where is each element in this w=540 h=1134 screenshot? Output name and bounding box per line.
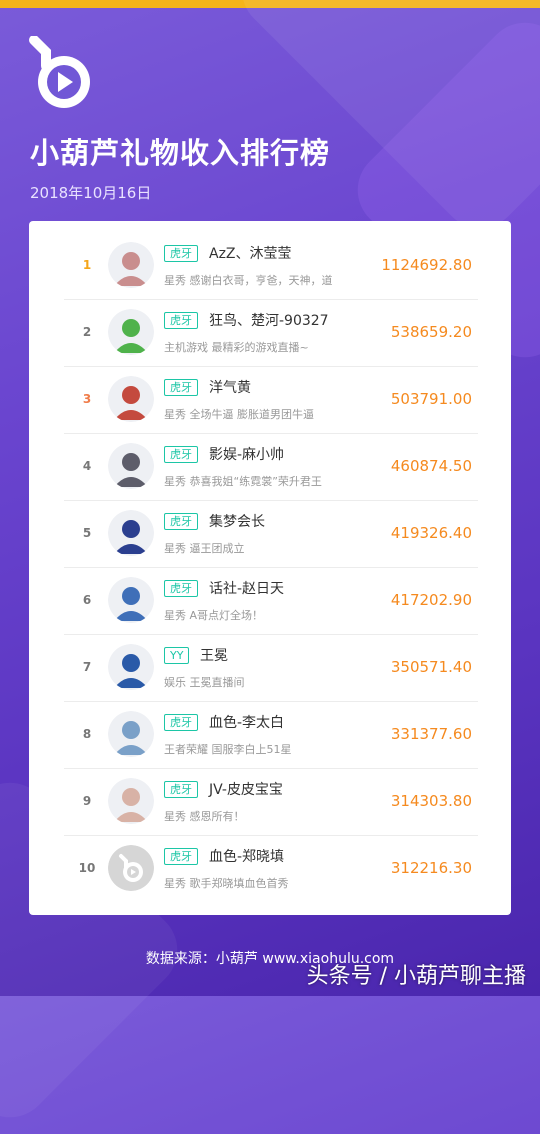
rank-number: 5	[82, 526, 92, 540]
stream-description: 星秀 A哥点灯全场！	[164, 609, 264, 622]
streamer-name[interactable]: 血色-李太白	[209, 712, 284, 732]
rank-number: 8	[82, 727, 92, 741]
ranking-row[interactable]: 9 虎牙 JV-皮皮宝宝星秀 感恩所有！ 314303.80	[64, 768, 478, 836]
ranking-row[interactable]: 10 虎牙 血色-郑晓填星秀 歌手郑晓填血色首秀 312216.30	[64, 835, 478, 902]
streamer-name[interactable]: 话社-赵日天	[209, 578, 284, 598]
watermark: 头条号 / 小葫芦聊主播	[306, 964, 526, 989]
rank-number: 10	[78, 861, 96, 875]
platform-tag: 虎牙	[164, 848, 198, 865]
platform-tag: 虎牙	[164, 312, 198, 329]
stream-description: 王者荣耀 国服李白上51星	[164, 743, 292, 756]
gift-income-amount: 538659.20	[390, 323, 472, 341]
gift-income-amount: 503791.00	[390, 390, 472, 408]
platform-tag: 虎牙	[164, 379, 198, 396]
ranking-row[interactable]: 7 YY 王冕娱乐 王冕直播间 350571.40	[64, 634, 478, 702]
platform-tag: 虎牙	[164, 781, 198, 798]
avatar[interactable]	[108, 309, 154, 355]
gift-income-amount: 314303.80	[390, 792, 472, 810]
ranking-card: 1 虎牙 AzZ、沐莹莹 星秀 感谢白衣哥，亨爸，天神，道 1124692.80 2 虎牙狂…	[29, 221, 511, 915]
ranking-row[interactable]: 1 虎牙 AzZ、沐莹莹星秀 感谢白衣哥，亨爸，天神，道 1124692.80	[64, 232, 478, 300]
ranking-date: 2018年10月16日	[30, 184, 152, 202]
stream-description: 星秀 全场牛逼 膨胀道男团牛逼	[164, 408, 314, 421]
gift-income-amount: 460874.50	[390, 457, 472, 475]
ranking-row[interactable]: 2 虎牙 狂鸟、楚河-90327 主机游戏 最精彩的游戏直播~ 538659.20	[64, 299, 478, 367]
avatar[interactable]	[108, 577, 154, 623]
avatar[interactable]	[108, 644, 154, 690]
streamer-name[interactable]: 王冕	[200, 645, 228, 665]
streamer-name[interactable]: JV-皮皮宝宝	[209, 779, 283, 799]
stream-description: 星秀 感谢白衣哥，亨爸，天神，道	[164, 274, 333, 287]
avatar[interactable]	[108, 376, 154, 422]
platform-tag: YY	[164, 647, 190, 664]
gift-income-amount: 331377.60	[390, 725, 472, 743]
rank-number: 1	[82, 258, 92, 272]
gift-income-amount: 1124692.80	[381, 256, 472, 274]
avatar[interactable]	[108, 778, 154, 824]
rank-number: 7	[82, 660, 92, 674]
gift-income-amount: 417202.90	[390, 591, 472, 609]
platform-tag: 虎牙	[164, 245, 198, 262]
platform-tag: 虎牙	[164, 513, 198, 530]
avatar[interactable]	[108, 510, 154, 556]
ranking-row[interactable]: 4 虎牙 影娱-麻小帅星秀 恭喜我姐“练霓裳”荣升君王 460874.50	[64, 433, 478, 501]
stream-description: 星秀 歌手郑晓填血色首秀	[164, 877, 289, 890]
stream-description: 星秀 逼王团成立	[164, 542, 245, 555]
page-title: 小葫芦礼物收入排行榜	[30, 136, 331, 170]
avatar[interactable]	[108, 711, 154, 757]
streamer-name[interactable]: 影娱-麻小帅	[209, 444, 284, 464]
stream-description: 娱乐 王冕直播间	[164, 676, 245, 689]
platform-tag: 虎牙	[164, 580, 198, 597]
avatar[interactable]	[108, 443, 154, 489]
streamer-name[interactable]: 洋气黄	[209, 377, 251, 397]
platform-tag: 虎牙	[164, 446, 198, 463]
platform-tag: 虎牙	[164, 714, 198, 731]
xiaohulu-logo-icon	[28, 35, 94, 112]
streamer-name[interactable]: AzZ、沐莹莹	[209, 243, 292, 263]
streamer-name[interactable]: 狂鸟、楚河-90327	[209, 310, 329, 330]
streamer-name[interactable]: 集梦会长	[209, 511, 265, 531]
rank-number: 3	[82, 392, 92, 406]
rank-number: 9	[82, 794, 92, 808]
gift-income-amount: 312216.30	[390, 859, 472, 877]
rank-number: 6	[82, 593, 92, 607]
stream-description: 星秀 恭喜我姐“练霓裳”荣升君王	[164, 475, 322, 488]
avatar[interactable]	[108, 845, 154, 891]
stream-description: 主机游戏 最精彩的游戏直播~	[164, 341, 309, 354]
ranking-row[interactable]: 8 虎牙 血色-李太白王者荣耀 国服李白上51星 331377.60	[64, 701, 478, 769]
ranking-row[interactable]: 3 虎牙 洋气黄星秀 全场牛逼 膨胀道男团牛逼 503791.00	[64, 366, 478, 434]
gift-income-amount: 419326.40	[390, 524, 472, 542]
gift-income-amount: 350571.40	[390, 658, 472, 676]
rank-number: 4	[82, 459, 92, 473]
rank-number: 2	[82, 325, 92, 339]
stream-description: 星秀 感恩所有！	[164, 810, 245, 823]
streamer-name[interactable]: 血色-郑晓填	[209, 846, 284, 866]
ranking-row[interactable]: 5 虎牙 集梦会长星秀 逼王团成立 419326.40	[64, 500, 478, 568]
ranking-row[interactable]: 6 虎牙 话社-赵日天星秀 A哥点灯全场！ 417202.90	[64, 567, 478, 635]
avatar[interactable]	[108, 242, 154, 288]
